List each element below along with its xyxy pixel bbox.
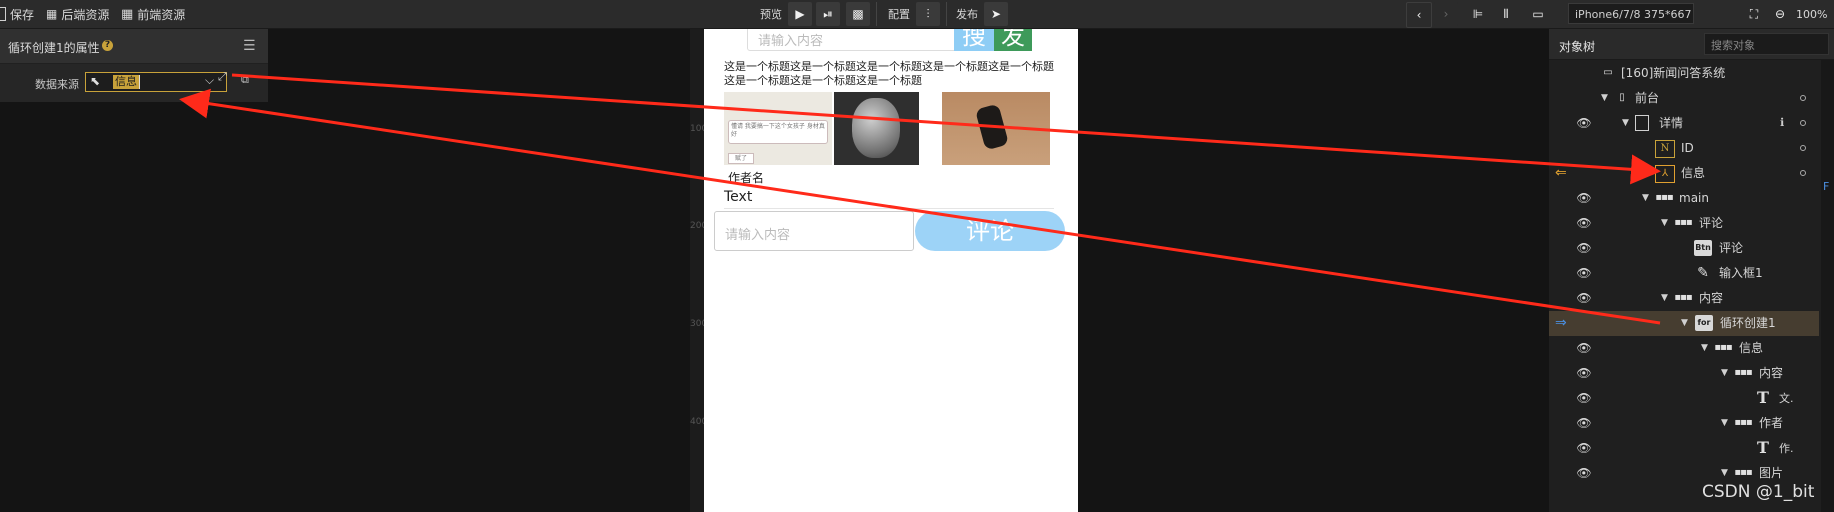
annotation-arrow-to-info <box>231 73 1661 185</box>
watermark-text: CSDN @1_bit <box>1702 482 1815 502</box>
annotation-arrows <box>179 73 1661 325</box>
annotation-arrow-to-field <box>179 88 1661 325</box>
